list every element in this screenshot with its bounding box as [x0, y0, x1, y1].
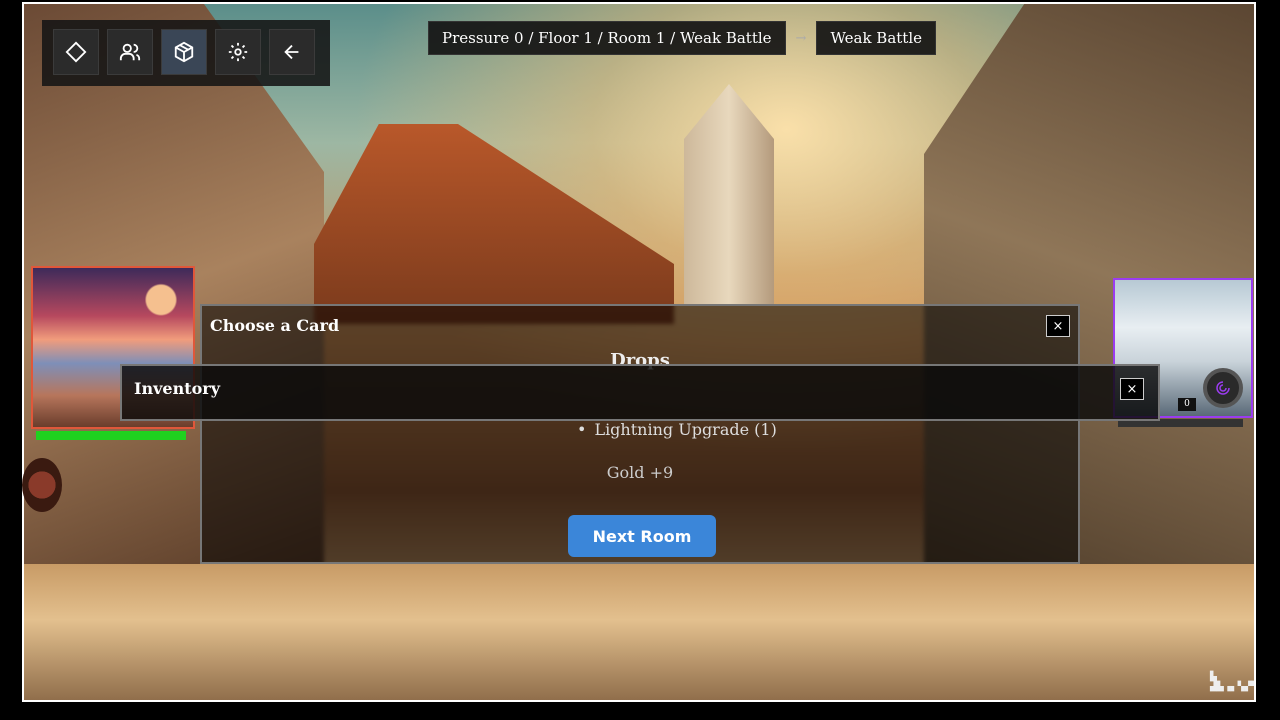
gold-reward: Gold +9: [606, 463, 674, 482]
users-icon: [119, 43, 141, 61]
next-room-button[interactable]: Next Room: [568, 515, 716, 557]
gear-icon: [228, 42, 248, 62]
choose-card-close-button[interactable]: ×: [1046, 315, 1070, 337]
inventory-close-button[interactable]: ×: [1120, 378, 1144, 400]
background-street: [24, 564, 1254, 700]
settings-button[interactable]: [215, 29, 261, 75]
background-tower: [684, 84, 774, 304]
inventory-panel: Inventory ×: [120, 364, 1160, 421]
choose-card-title: Choose a Card: [210, 316, 340, 335]
drops-list: Lightning Upgrade (1): [577, 420, 776, 439]
foe-counter: 0: [1178, 398, 1196, 411]
player-hp-fill: [36, 431, 186, 440]
background-roof-center: [314, 124, 674, 324]
inventory-button[interactable]: [161, 29, 207, 75]
compass-icon: [22, 458, 62, 512]
location-path: Pressure 0 / Floor 1 / Room 1 / Weak Bat…: [428, 21, 786, 55]
cube-icon: [174, 41, 194, 63]
breadcrumb: Pressure 0 / Floor 1 / Room 1 / Weak Bat…: [428, 21, 937, 55]
player-hp-bar: [36, 431, 186, 440]
list-item: Lightning Upgrade (1): [577, 420, 776, 439]
map-button[interactable]: [53, 29, 99, 75]
breadcrumb-separator: →: [795, 30, 807, 46]
watermark-logo: ▙ ▟▙▗▖▚▞▚: [1210, 672, 1256, 692]
diamond-icon: [65, 41, 87, 63]
inventory-title: Inventory: [134, 379, 221, 398]
foe-action-ring-icon: [1203, 368, 1243, 408]
back-button[interactable]: [269, 29, 315, 75]
choose-card-panel: Choose a Card × Drops Lightning Upgrade …: [200, 304, 1080, 564]
toolbar: [42, 20, 330, 86]
arrow-left-icon: [284, 44, 299, 60]
swirl-icon: [1216, 381, 1230, 395]
current-room: Weak Battle: [816, 21, 937, 55]
party-button[interactable]: [107, 29, 153, 75]
